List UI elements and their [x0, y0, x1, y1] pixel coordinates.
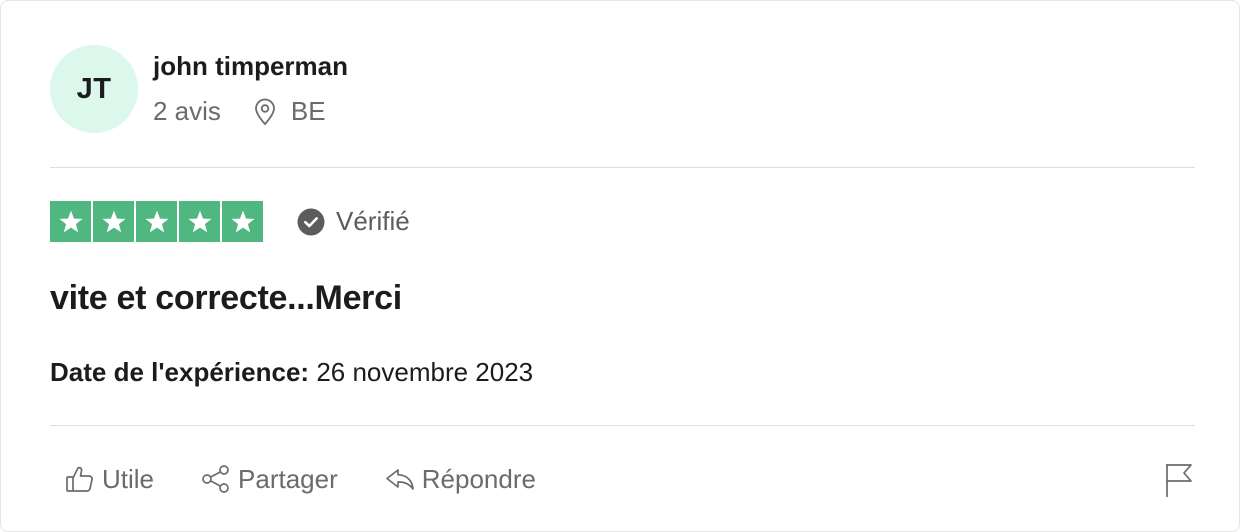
reply-icon — [384, 463, 416, 495]
reply-label: Répondre — [421, 463, 536, 494]
reviews-count: 2 avis — [153, 96, 221, 126]
experience-date: Date de l'expérience: 26 novembre 2023 — [50, 357, 533, 388]
reviewer-meta: 2 avis BE — [153, 96, 326, 127]
verified-label: Vérifié — [336, 206, 410, 236]
star-rating — [50, 201, 263, 242]
star-icon — [179, 201, 220, 242]
review-title[interactable]: vite et correcte...Merci — [50, 279, 402, 318]
thumbs-up-icon — [64, 463, 96, 495]
avatar[interactable]: JT — [50, 45, 138, 133]
useful-button[interactable]: Utile — [64, 463, 154, 495]
useful-label: Utile — [102, 463, 155, 494]
reply-button[interactable]: Répondre — [384, 463, 536, 495]
divider — [50, 167, 1195, 168]
reviewer-country: BE — [290, 96, 326, 126]
star-icon — [136, 201, 177, 242]
location-pin-icon — [253, 98, 277, 126]
review-card: JT john timperman 2 avis BE Vérifié vite… — [0, 0, 1240, 532]
share-label: Partager — [238, 463, 338, 494]
share-icon — [200, 463, 232, 495]
review-actions: Utile Partager Répondre — [64, 463, 536, 495]
verified-check-icon — [297, 208, 325, 236]
star-icon — [222, 201, 263, 242]
avatar-initials: JT — [76, 72, 112, 105]
star-icon — [50, 201, 91, 242]
share-button[interactable]: Partager — [200, 463, 338, 495]
divider — [50, 425, 1195, 426]
flag-icon[interactable] — [1164, 462, 1194, 498]
experience-date-value: 26 novembre 2023 — [316, 357, 534, 387]
experience-date-label: Date de l'expérience: — [50, 357, 310, 387]
reviewer-name[interactable]: john timperman — [153, 51, 348, 82]
verified-badge[interactable]: Vérifié — [297, 206, 410, 237]
star-icon — [93, 201, 134, 242]
